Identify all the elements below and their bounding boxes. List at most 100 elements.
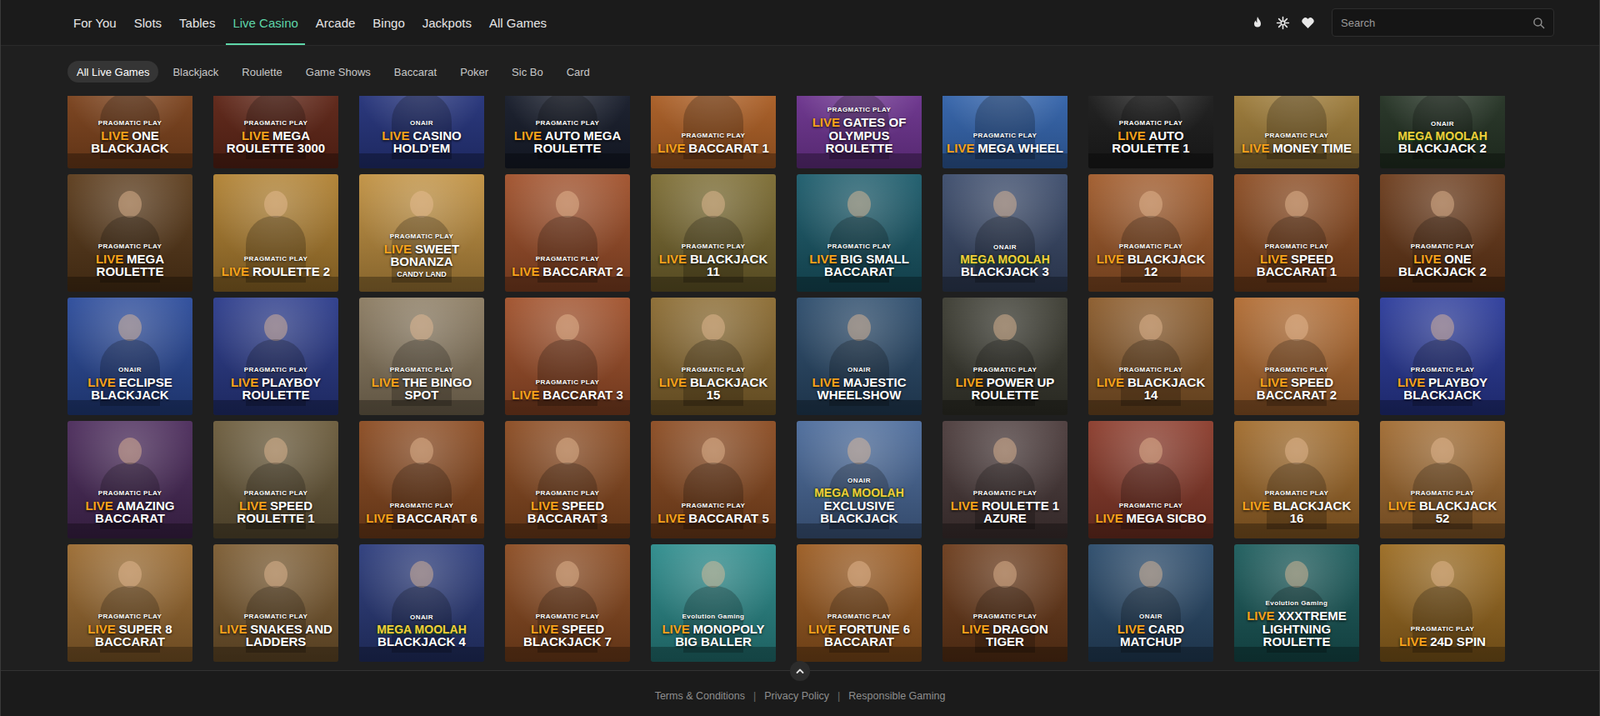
game-tile[interactable]: PRAGMATIC PLAYLIVESPEED ROULETTE 1 — [213, 420, 339, 539]
filter-bar: All Live GamesBlackjackRouletteGame Show… — [0, 45, 1600, 96]
game-tile[interactable]: PRAGMATIC PLAYLIVESPEED BACCARAT 3 — [505, 420, 630, 539]
game-tile[interactable]: ONAIRMEGA MOOLAHBLACKJACK 4 — [359, 544, 485, 662]
nav-item[interactable]: Tables — [172, 0, 222, 45]
game-tile[interactable]: PRAGMATIC PLAYLIVETHE BINGO SPOT — [359, 297, 485, 415]
filter-pill[interactable]: Sic Bo — [502, 60, 553, 83]
game-tile[interactable]: ONAIRMEGA MOOLAHEXCLUSIVE BLACKJACK — [796, 420, 922, 539]
live-badge: LIVE — [381, 128, 410, 143]
game-tile[interactable]: PRAGMATIC PLAYLIVESPEED BACCARAT 1 — [1234, 174, 1360, 292]
game-tile[interactable]: PRAGMATIC PLAYLIVEPOWER UP ROULETTE — [942, 297, 1068, 415]
game-tile[interactable]: PRAGMATIC PLAYLIVEMEGA ROULETTE 3000 — [213, 95, 339, 169]
provider-logo: ONAIR — [118, 365, 142, 374]
new-button[interactable] — [1273, 13, 1292, 32]
dealer-head — [993, 560, 1017, 588]
game-tile[interactable]: PRAGMATIC PLAYLIVESPEED BLACKJACK 7 — [505, 544, 630, 662]
nav-item[interactable]: Live Casino — [225, 0, 305, 45]
filter-pill[interactable]: All Live Games — [67, 60, 159, 83]
game-tile[interactable]: PRAGMATIC PLAYLIVESPEED BACCARAT 2 — [1234, 297, 1360, 415]
game-tile[interactable]: PRAGMATIC PLAYLIVEAMAZING BACCARAT — [67, 420, 193, 539]
game-tile[interactable]: PRAGMATIC PLAYLIVEMONEY TIME — [1234, 95, 1360, 169]
game-title: MEGA MOOLAHBLACKJACK 4 — [376, 623, 467, 649]
game-tile[interactable]: PRAGMATIC PLAYLIVEMEGA WHEEL — [942, 95, 1068, 169]
game-tile[interactable]: Evolution GamingLIVEMONOPOLY BIG BALLER — [650, 544, 776, 662]
game-tile[interactable]: ONAIRLIVECASINO HOLD'EM — [359, 95, 485, 169]
scroll-top-button[interactable] — [790, 660, 810, 681]
game-tile[interactable]: PRAGMATIC PLAYLIVEGATES OF OLYMPUS ROULE… — [796, 95, 922, 169]
table-strip — [1380, 276, 1505, 292]
filter-pill[interactable]: Baccarat — [385, 60, 446, 83]
game-tile[interactable]: PRAGMATIC PLAYLIVEMEGA ROULETTE — [67, 174, 193, 292]
game-tile[interactable]: ONAIRMEGA MOOLAHBLACKJACK 3 — [942, 174, 1068, 292]
game-tile[interactable]: PRAGMATIC PLAYLIVEBLACKJACK 14 — [1088, 297, 1214, 415]
table-strip — [1380, 153, 1505, 169]
provider-logo: PRAGMATIC PLAY — [98, 119, 162, 127]
game-tile[interactable]: ONAIRLIVEECLIPSE BLACKJACK — [67, 297, 193, 415]
footer-link[interactable]: Terms & Conditions — [655, 690, 745, 702]
game-tile[interactable]: PRAGMATIC PLAYLIVEBLACKJACK 52 — [1380, 420, 1505, 539]
nav-item[interactable]: Slots — [127, 0, 169, 45]
dealer-head — [410, 437, 434, 465]
hot-button[interactable] — [1248, 13, 1267, 32]
footer-link[interactable]: Responsible Gaming — [848, 690, 945, 702]
nav-item[interactable]: Arcade — [309, 0, 363, 45]
game-tile[interactable]: PRAGMATIC PLAYLIVEBACCARAT 2 — [505, 174, 630, 292]
dealer-head — [701, 314, 725, 341]
game-tile[interactable]: PRAGMATIC PLAYLIVEBLACKJACK 15 — [650, 297, 776, 415]
live-badge: LIVE — [809, 251, 837, 266]
nav-item[interactable]: All Games — [482, 0, 554, 45]
nav-item[interactable]: Jackpots — [415, 0, 479, 45]
provider-logo: PRAGMATIC PLAY — [535, 119, 600, 127]
game-tile[interactable]: PRAGMATIC PLAYLIVEBLACKJACK 12 — [1088, 174, 1214, 292]
game-tile[interactable]: PRAGMATIC PLAYLIVEAUTO MEGA ROULETTE — [505, 95, 630, 169]
game-title: LIVEFORTUNE 6 BACCARAT — [800, 622, 918, 650]
table-strip — [359, 646, 485, 662]
footer-link[interactable]: Privacy Policy — [764, 690, 830, 702]
game-tile[interactable]: PRAGMATIC PLAYLIVEBIG SMALL BACCARAT — [796, 174, 922, 292]
game-tile[interactable]: PRAGMATIC PLAYLIVEBLACKJACK 11 — [650, 174, 776, 292]
game-title: LIVEMEGA ROULETTE — [71, 252, 189, 280]
game-tile[interactable]: PRAGMATIC PLAYLIVE24D SPIN — [1380, 544, 1505, 662]
filter-pill[interactable]: Game Shows — [296, 60, 380, 83]
nav-item[interactable]: For You — [66, 0, 124, 45]
game-tile[interactable]: PRAGMATIC PLAYLIVEONE BLACKJACK 2 — [1380, 174, 1505, 292]
filter-pill[interactable]: Poker — [450, 60, 498, 83]
game-tile[interactable]: PRAGMATIC PLAYLIVEMEGA SICBO — [1088, 420, 1214, 539]
favourites-button[interactable] — [1298, 13, 1317, 32]
nav-item[interactable]: Bingo — [365, 0, 411, 45]
table-strip — [650, 646, 776, 662]
game-tile[interactable]: PRAGMATIC PLAYLIVEBACCARAT 5 — [650, 420, 776, 539]
game-tile[interactable]: ONAIRMEGA MOOLAHBLACKJACK 2 — [1380, 95, 1505, 169]
live-badge: LIVE — [1095, 510, 1123, 525]
game-tile[interactable]: PRAGMATIC PLAYLIVESUPER 8 BACCARAT — [67, 544, 193, 662]
game-tile[interactable]: PRAGMATIC PLAYLIVEBACCARAT 6 — [359, 420, 485, 539]
game-title: LIVEGATES OF OLYMPUS ROULETTE — [800, 115, 918, 155]
game-tile[interactable]: PRAGMATIC PLAYLIVEPLAYBOY ROULETTE — [213, 297, 339, 415]
game-tile[interactable]: PRAGMATIC PLAYLIVEBACCARAT 1 — [650, 95, 776, 169]
game-tile[interactable]: PRAGMATIC PLAYLIVEFORTUNE 6 BACCARAT — [796, 544, 922, 662]
game-tile[interactable]: Evolution GamingLIVEXXXTREME LIGHTNING R… — [1234, 544, 1360, 662]
game-tile[interactable]: PRAGMATIC PLAYLIVEDRAGON TIGER — [942, 544, 1068, 662]
game-tile[interactable]: PRAGMATIC PLAYLIVEROULETTE 2 — [213, 174, 339, 292]
search-field[interactable]: Search — [1331, 8, 1555, 37]
filter-pill[interactable]: Roulette — [232, 60, 291, 83]
game-tile[interactable]: PRAGMATIC PLAYLIVEBACCARAT 3 — [505, 297, 630, 415]
table-strip — [1234, 153, 1360, 169]
game-tile[interactable]: PRAGMATIC PLAYLIVEBLACKJACK 16 — [1234, 420, 1360, 539]
game-tile[interactable]: PRAGMATIC PLAYLIVEONE BLACKJACK — [67, 95, 193, 169]
game-tile[interactable]: ONAIRLIVECARD MATCHUP — [1088, 544, 1214, 662]
game-title: LIVEBACCARAT 3 — [511, 388, 623, 402]
filter-pill[interactable]: Card — [557, 60, 600, 83]
table-strip — [942, 523, 1068, 539]
game-tile[interactable]: PRAGMATIC PLAYLIVEROULETTE 1 AZURE — [942, 420, 1068, 539]
game-tile[interactable]: PRAGMATIC PLAYLIVEAUTO ROULETTE 1 — [1088, 95, 1214, 169]
table-strip — [796, 523, 922, 539]
dealer-head — [264, 190, 288, 218]
game-tile[interactable]: PRAGMATIC PLAYLIVESNAKES AND LADDERS — [213, 544, 339, 662]
provider-logo: PRAGMATIC PLAY — [973, 489, 1037, 497]
game-title: LIVESPEED ROULETTE 1 — [217, 499, 335, 526]
game-tile[interactable]: PRAGMATIC PLAYLIVEPLAYBOY BLACKJACK — [1380, 297, 1505, 415]
game-tile[interactable]: PRAGMATIC PLAYLIVESWEET BONANZACANDY LAN… — [359, 174, 485, 292]
game-tile[interactable]: ONAIRLIVEMAJESTIC WHEELSHOW — [796, 297, 922, 415]
filter-pill[interactable]: Blackjack — [163, 60, 228, 83]
game-title: MEGA MOOLAHBLACKJACK 3 — [960, 253, 1050, 279]
